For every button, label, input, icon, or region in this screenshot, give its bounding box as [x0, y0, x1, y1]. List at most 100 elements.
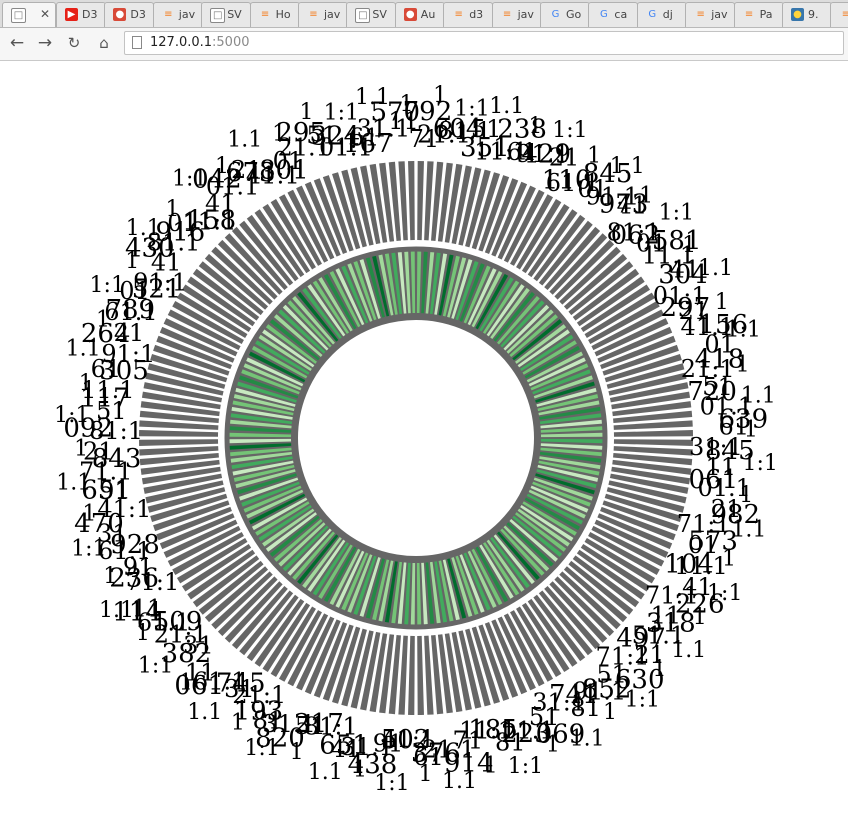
outer-bar [417, 161, 424, 241]
address-bar[interactable]: 127.0.0.1:5000 [124, 31, 844, 55]
ring-label-suffix: 1.1 [698, 256, 733, 281]
page-icon: □ [210, 8, 226, 23]
ring-label-suffix: 1.1 [308, 760, 343, 785]
tab-title: D3 [130, 8, 146, 21]
tab-title: dj [662, 8, 673, 21]
tab-title: SV [227, 8, 242, 21]
stackoverflow-icon: ≡ [502, 9, 512, 20]
tab-title: jav [517, 8, 534, 21]
ring-label-suffix: 1 [528, 114, 542, 139]
ring-label: 21 [549, 144, 580, 172]
browser-tab[interactable]: ≡ d3 [443, 2, 494, 27]
ring-label: 11 [132, 595, 163, 623]
ring-label: 31 [97, 519, 128, 547]
inner-hole [294, 316, 538, 560]
browser-tab[interactable]: □ SV [346, 2, 397, 27]
tab-title: ca [614, 8, 628, 21]
url-text[interactable]: 127.0.0.1:5000 [150, 35, 250, 50]
tab-title: Pa [759, 8, 773, 21]
browser-tab[interactable]: ● 9. [782, 2, 832, 27]
python-icon: ● [791, 8, 804, 21]
google-icon: G [600, 9, 608, 20]
back-arrow-icon[interactable]: ← [6, 32, 28, 54]
url-port: :5000 [212, 35, 250, 50]
tab-title: jav [711, 8, 728, 21]
browser-tab[interactable]: Gdj [636, 2, 687, 27]
page-icon [132, 36, 142, 49]
ring-label-suffix: 1 [231, 711, 245, 736]
ring-label: 41 [670, 255, 701, 283]
browser-tab[interactable]: ● D3 [104, 2, 155, 27]
browser-tab[interactable]: ≡ Pa [733, 2, 784, 27]
browser-tab[interactable]: Gca [588, 2, 639, 27]
radial-heatmap-visualization: 79216041:13511.123814291:111018451.19731… [54, 83, 778, 796]
close-tab-icon[interactable]: ✕ [40, 7, 50, 21]
outer-bar [408, 635, 415, 715]
tab-title: d3 [469, 8, 484, 21]
ring-label: 11 [185, 659, 216, 687]
ring-label-suffix: 1 [103, 564, 117, 589]
ring-label-suffix: 1:1 [508, 754, 543, 779]
browser-toolbar: ← → ↻ ⌂ 127.0.0.1:5000 [0, 28, 848, 61]
ring-label-suffix: 1:1 [244, 736, 279, 761]
browser-tab[interactable]: ≡ jav [152, 2, 203, 27]
url-host: 127.0.0.1 [150, 35, 213, 50]
ring-label-suffix: 1:1 [659, 201, 694, 226]
tab-title: Au [420, 8, 436, 21]
stackoverflow-icon: ≡ [164, 9, 173, 20]
browser-tab[interactable]: ≡ [830, 2, 848, 27]
outer-bar [408, 161, 415, 241]
browser-tab[interactable]: ● Au [394, 2, 445, 27]
stackoverflow-icon: ≡ [696, 9, 705, 20]
page-viewport: 792 1 604 1:1 351 1.1 238 1 429 1:1 110 1 845 1.1 973 1… [0, 61, 848, 824]
tab-title: jav [178, 8, 196, 21]
browser-tab[interactable]: □ SV [201, 2, 252, 27]
ring-label-suffix: 1:1 [138, 653, 173, 678]
google-icon: G [648, 9, 657, 20]
browser-tab[interactable]: ▶ D3 [56, 2, 106, 27]
browser-tab[interactable]: ≡ jav [298, 2, 348, 27]
tab-title: 9. [808, 8, 819, 21]
chrome-app-icon: ● [403, 8, 417, 21]
tab-title: D3 [82, 8, 98, 21]
ring-label-suffix: 1 [736, 352, 750, 377]
reload-icon[interactable]: ↻ [63, 32, 85, 54]
tab-title: jav [324, 8, 341, 21]
home-icon[interactable]: ⌂ [93, 32, 115, 54]
ring-label-suffix: 1.1 [99, 598, 134, 623]
page-icon: □ [11, 8, 26, 23]
ring-label-suffix: 1 [433, 83, 447, 108]
outer-bar [139, 439, 219, 446]
outer-bar [613, 430, 693, 437]
ring-label-suffix: 1.1 [187, 700, 222, 725]
chrome-app-icon: ● [113, 8, 127, 21]
ring-label-suffix: 1:1 [742, 451, 777, 476]
forward-arrow-icon[interactable]: → [34, 32, 56, 54]
outer-bar [139, 430, 219, 437]
outer-bar [417, 635, 424, 715]
stackoverflow-icon: ≡ [839, 8, 848, 21]
tab-title: Go [566, 8, 582, 21]
google-icon: G [551, 9, 560, 20]
browser-tab-strip: □ ✕ ▶ D3 ● D3 ≡ jav □ SV ≡ Ho ≡ jav □ SV ● Au ≡ d3 ≡ jav G Go Gc… [0, 0, 848, 28]
tab-title: Ho [275, 8, 291, 21]
stackoverflow-icon: ≡ [309, 9, 318, 20]
ring-label: 81 [253, 706, 284, 734]
browser-tab[interactable]: ≡ Ho [249, 2, 300, 27]
youtube-icon: ▶ [65, 8, 78, 21]
ring-label-suffix: 1.1 [610, 154, 645, 179]
stackoverflow-icon: ≡ [454, 9, 463, 20]
page-icon: □ [355, 8, 371, 23]
ring-label: 41 [617, 191, 648, 219]
stackoverflow-icon: ≡ [260, 9, 270, 20]
outer-bar [613, 439, 693, 446]
ring-label: 11 [388, 107, 419, 135]
browser-tab[interactable]: ≡ jav [491, 2, 542, 27]
browser-tab[interactable]: ≡ jav [685, 2, 736, 27]
ring-label-suffix: 1.1 [227, 127, 262, 152]
browser-tab[interactable]: □ ✕ [2, 2, 56, 27]
ring-label-suffix: 1.1 [442, 769, 477, 794]
tab-title: SV [372, 8, 387, 21]
stackoverflow-icon: ≡ [744, 9, 754, 20]
browser-tab[interactable]: G Go [540, 2, 590, 27]
